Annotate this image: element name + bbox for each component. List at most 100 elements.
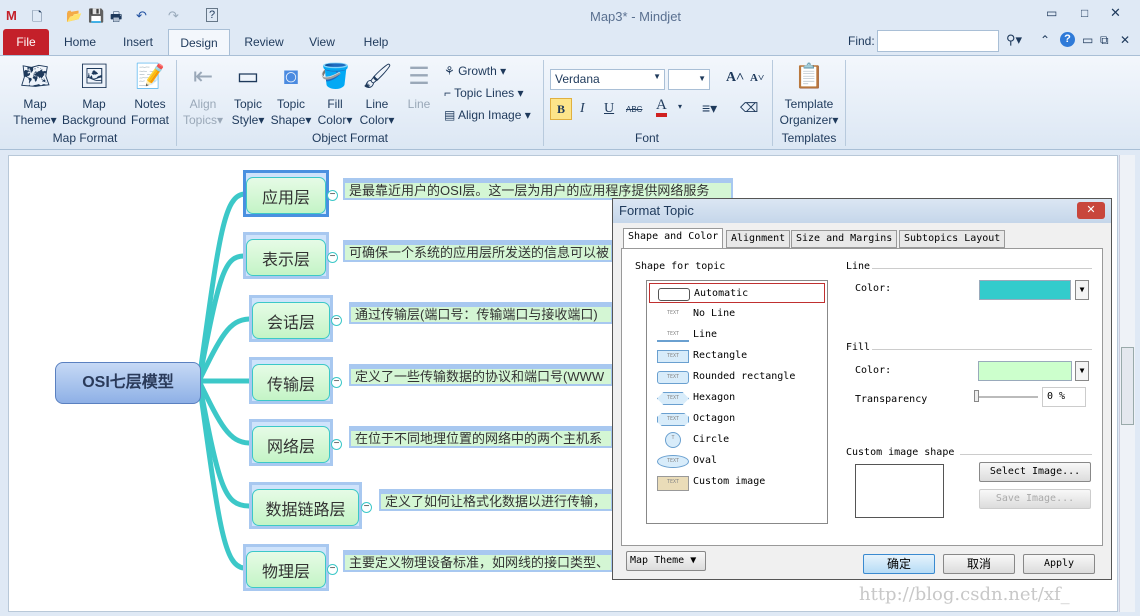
shape-option-rounded-rectangle[interactable]: TEXT Rounded rectangle <box>649 367 825 387</box>
save-image-button[interactable]: Save Image... <box>979 489 1091 509</box>
tab-alignment[interactable]: Alignment <box>726 230 791 248</box>
topic-shape-button[interactable]: ◙ Topic Shape▾ <box>268 62 314 128</box>
shape-option-hexagon[interactable]: TEXT Hexagon <box>649 388 825 408</box>
font-color-button[interactable]: A <box>656 98 667 117</box>
topic-node[interactable]: 网络层 <box>249 419 333 466</box>
minimize-button[interactable]: ▭ <box>1046 6 1057 20</box>
topic-note[interactable]: 定义了一些传输数据的协议和端口号(WWW <box>349 364 613 386</box>
open-icon[interactable]: 📂 <box>66 8 82 24</box>
help-icon[interactable]: ? <box>1060 32 1075 47</box>
scrollbar-thumb[interactable] <box>1121 347 1134 425</box>
save-icon[interactable]: 💾 <box>88 8 104 24</box>
collapse-toggle[interactable]: − <box>331 439 342 450</box>
ok-button[interactable]: 确定 <box>863 554 935 574</box>
topic-node[interactable]: 会话层 <box>249 295 333 342</box>
fill-color-dropdown[interactable]: ▼ <box>1075 361 1089 381</box>
grow-font-icon[interactable]: A˄ <box>726 70 744 86</box>
topic-note[interactable]: 通过传输层(端口号：传输端口与接收端口) <box>349 302 613 324</box>
line-color-picker[interactable] <box>979 280 1071 300</box>
collapse-toggle[interactable]: − <box>331 377 342 388</box>
topic-lines-button[interactable]: ⌐ Topic Lines ▾ <box>444 86 524 100</box>
undo-icon[interactable]: ↶ <box>136 8 147 24</box>
tab-review[interactable]: Review <box>240 29 288 55</box>
map-theme-button[interactable]: 🗺 Map Theme▾ <box>10 62 60 128</box>
strikethrough-button[interactable]: ABC <box>626 105 642 114</box>
shape-option-oval[interactable]: TEXT Oval <box>649 451 825 471</box>
topic-node[interactable]: 应用层 <box>243 170 329 217</box>
tab-size-and-margins[interactable]: Size and Margins <box>791 230 898 248</box>
print-icon[interactable]: 🖶 <box>110 8 122 30</box>
line-button[interactable]: ☰ Line <box>400 62 438 112</box>
collapse-toggle[interactable]: − <box>327 564 338 575</box>
collapse-toggle[interactable]: − <box>327 190 338 201</box>
tab-file[interactable]: File <box>3 29 49 55</box>
vertical-scrollbar[interactable] <box>1119 155 1135 612</box>
topic-node[interactable]: 数据链路层 <box>249 482 362 529</box>
transparency-slider[interactable] <box>974 396 1038 398</box>
bold-button[interactable]: B <box>550 98 572 120</box>
italic-button[interactable]: I <box>580 101 585 117</box>
fill-color-button[interactable]: 🪣 Fill Color▾ <box>314 62 356 128</box>
doc-restore-icon[interactable]: ⧉ <box>1100 33 1109 48</box>
topic-note[interactable]: 可确保一个系统的应用层所发送的信息可以被 <box>343 240 613 262</box>
shape-option-automatic[interactable]: Automatic <box>649 283 825 303</box>
shape-option-no-line[interactable]: TEXT No Line <box>649 304 825 324</box>
tab-help[interactable]: Help <box>356 29 396 55</box>
transparency-slider-thumb[interactable] <box>974 390 979 402</box>
underline-button[interactable]: U <box>604 101 614 117</box>
find-input[interactable] <box>877 30 999 52</box>
font-size-select[interactable]: ▼ <box>668 69 710 90</box>
template-organizer-button[interactable]: 📋 Template Organizer▾ <box>776 62 842 128</box>
font-name-select[interactable]: Verdana ▼ <box>550 69 665 90</box>
clear-format-icon[interactable]: ⌫ <box>740 100 758 116</box>
topic-node[interactable]: 传输层 <box>249 357 333 404</box>
topic-node[interactable]: 物理层 <box>243 544 329 591</box>
collapse-toggle[interactable]: − <box>361 502 372 513</box>
doc-close-icon[interactable]: ✕ <box>1120 33 1130 47</box>
new-icon[interactable]: 🗋 <box>32 8 42 30</box>
tab-subtopics-layout[interactable]: Subtopics Layout <box>899 230 1006 248</box>
topic-note[interactable]: 在位于不同地理位置的网络中的两个主机系 <box>349 426 613 448</box>
help-topic-icon[interactable]: ? <box>206 8 219 22</box>
align-text-button[interactable]: ≡▾ <box>702 100 717 117</box>
line-color-button[interactable]: 🖌 Line Color▾ <box>356 62 398 128</box>
apply-button[interactable]: Apply <box>1023 554 1095 574</box>
line-color-dropdown[interactable]: ▼ <box>1075 280 1089 300</box>
align-image-button[interactable]: ▤ Align Image ▾ <box>444 108 531 122</box>
font-color-dropdown[interactable]: ▾ <box>678 102 682 111</box>
cancel-button[interactable]: 取消 <box>943 554 1015 574</box>
shape-option-custom-image[interactable]: TEXT Custom image <box>649 472 825 492</box>
tab-view[interactable]: View <box>304 29 340 55</box>
shape-list[interactable]: Automatic TEXT No Line TEXT Line TEXT Recta… <box>646 280 828 524</box>
topic-style-button[interactable]: ▭ Topic Style▾ <box>228 62 268 128</box>
topic-note[interactable]: 主要定义物理设备标准，如网线的接口类型、 <box>343 550 613 572</box>
collapse-toggle[interactable]: − <box>327 252 338 263</box>
shape-option-line[interactable]: TEXT Line <box>649 325 825 345</box>
align-topics-button[interactable]: ⇤ Align Topics▾ <box>180 62 226 128</box>
shape-option-circle[interactable]: T Circle <box>649 430 825 450</box>
tab-design[interactable]: Design <box>168 29 230 55</box>
close-button[interactable]: ✕ <box>1110 5 1121 21</box>
tab-shape-and-color[interactable]: Shape and Color <box>623 228 724 249</box>
topic-note[interactable]: 定义了如何让格式化数据以进行传输， <box>379 489 613 511</box>
transparency-input[interactable]: 0 % <box>1042 387 1086 407</box>
maximize-button[interactable]: □ <box>1081 6 1088 20</box>
topic-node[interactable]: 表示层 <box>243 232 329 279</box>
tab-home[interactable]: Home <box>58 29 102 55</box>
collapse-ribbon-icon[interactable]: ⌃ <box>1040 33 1050 47</box>
map-theme-dropdown[interactable]: Map Theme ▼ <box>626 551 706 571</box>
map-background-button[interactable]: 🖼 Map Background <box>60 62 128 128</box>
binoculars-icon[interactable]: ⚲▾ <box>1006 32 1022 48</box>
notes-format-button[interactable]: 📝 Notes Format <box>128 62 172 128</box>
fill-color-picker[interactable] <box>978 361 1072 381</box>
dialog-close-button[interactable]: ✕ <box>1077 202 1105 219</box>
redo-icon[interactable]: ↷ <box>168 8 179 24</box>
shrink-font-icon[interactable]: A˅ <box>750 72 764 84</box>
doc-minimize-icon[interactable]: ▭ <box>1082 33 1093 47</box>
growth-button[interactable]: ⚘ Growth ▾ <box>444 64 506 78</box>
shape-option-rectangle[interactable]: TEXT Rectangle <box>649 346 825 366</box>
select-image-button[interactable]: Select Image... <box>979 462 1091 482</box>
collapse-toggle[interactable]: − <box>331 315 342 326</box>
central-topic[interactable]: OSI七层模型 <box>55 362 201 404</box>
shape-option-octagon[interactable]: TEXT Octagon <box>649 409 825 429</box>
